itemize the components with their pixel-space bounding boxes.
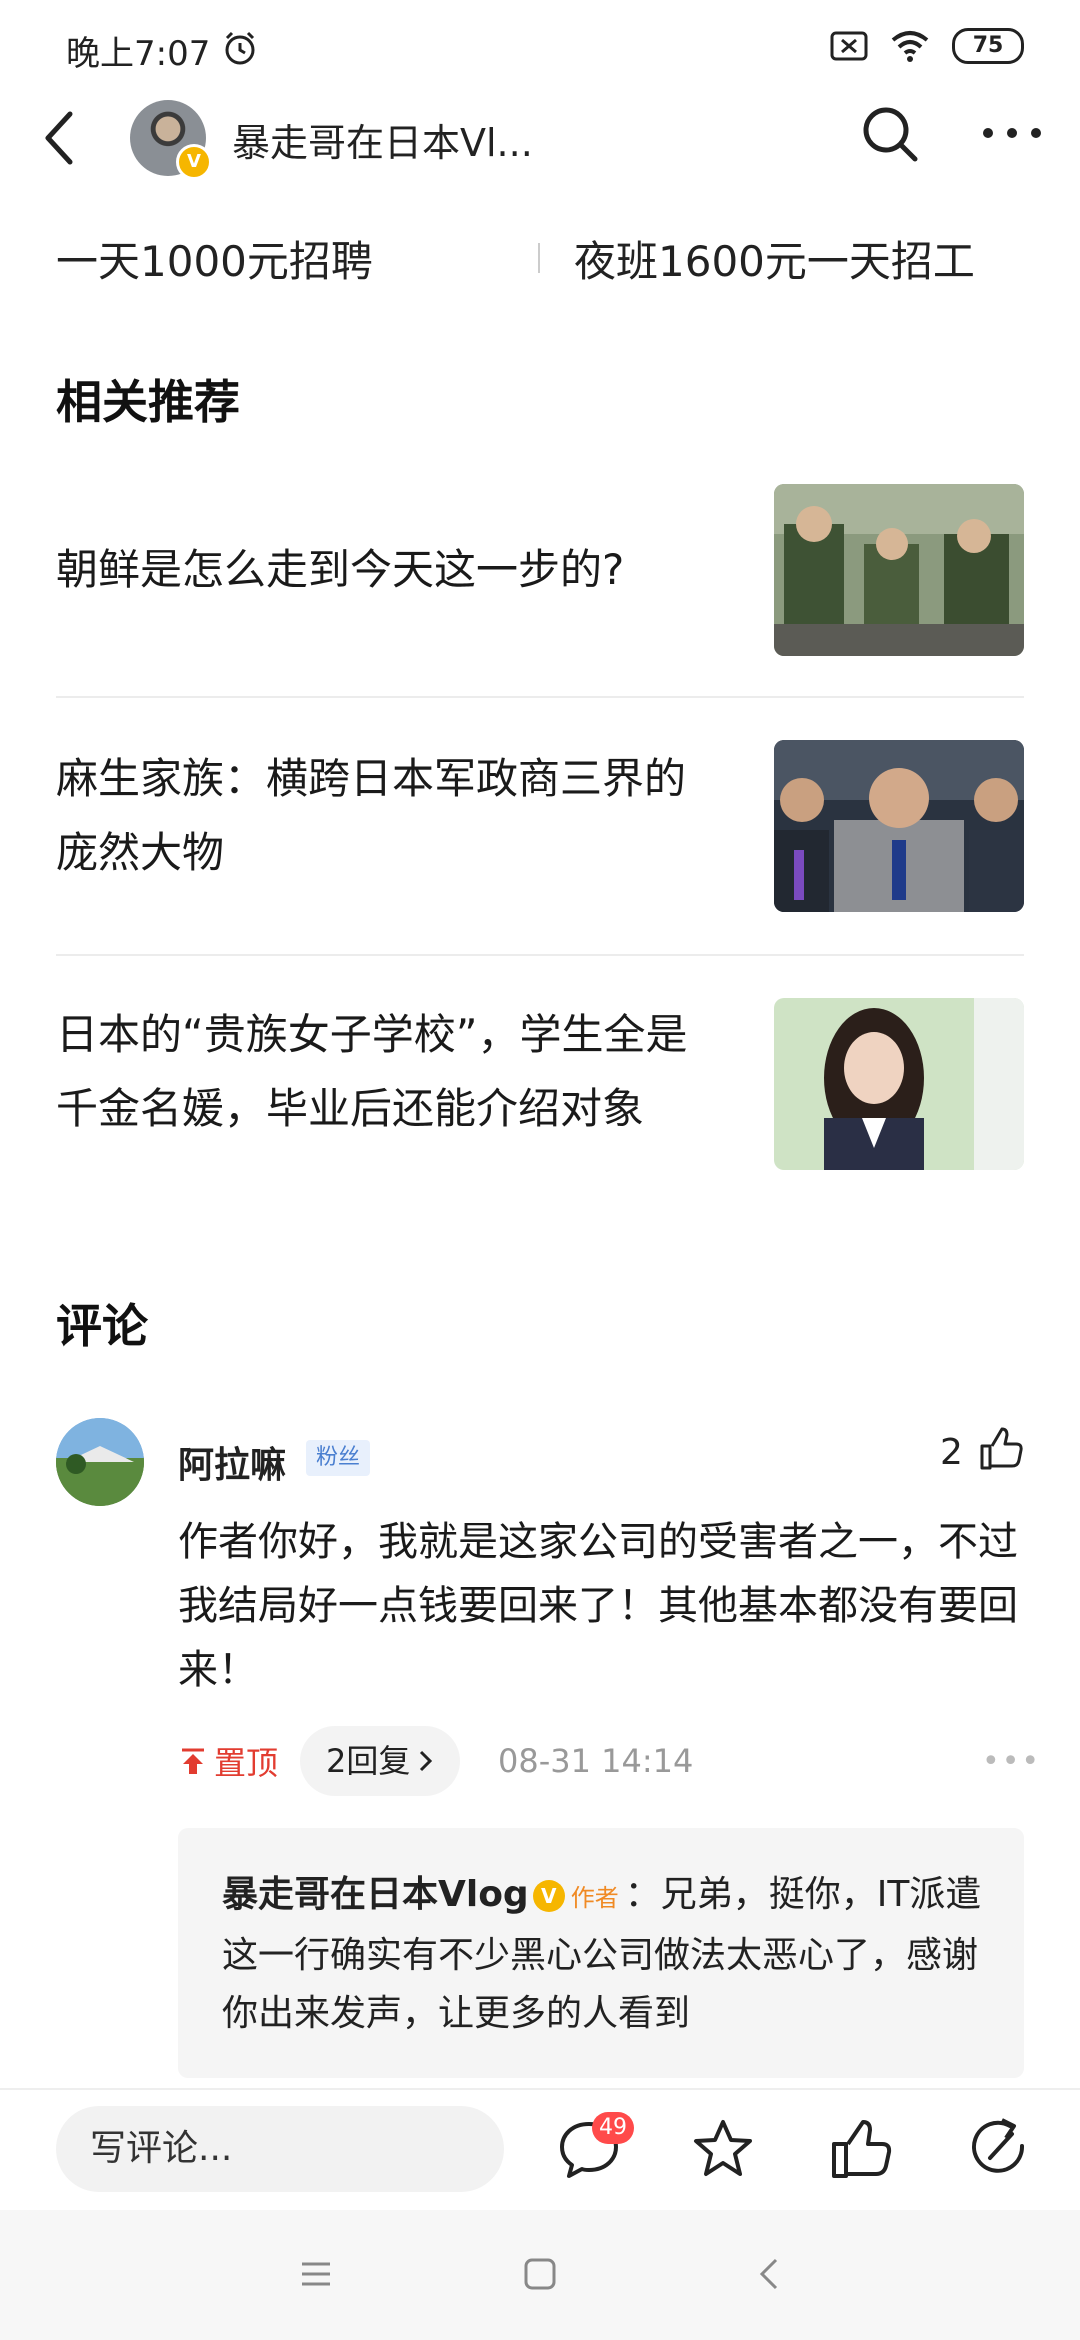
thumbs-up-icon[interactable] xyxy=(978,1426,1024,1472)
header-title[interactable]: 暴走哥在日本Vl... xyxy=(232,112,533,167)
verified-icon: V xyxy=(532,1880,565,1912)
wifi-icon xyxy=(891,31,929,62)
commenter-name[interactable]: 阿拉嘛 xyxy=(178,1436,286,1488)
back-icon[interactable] xyxy=(40,108,80,168)
divider xyxy=(56,696,1024,698)
replies-count: 2回复 xyxy=(326,1742,411,1780)
comment-more-icon[interactable]: ••• xyxy=(982,1744,1041,1779)
author-avatar[interactable]: V xyxy=(130,100,212,180)
star-icon[interactable] xyxy=(690,2116,756,2182)
view-replies-button[interactable]: 2回复 xyxy=(300,1726,461,1796)
author-tag: 作者 xyxy=(570,1884,619,1912)
status-time: 晚上7:07 xyxy=(66,34,211,74)
related-item[interactable]: 麻生家族：横跨日本军政商三界的庞然大物 xyxy=(56,740,1056,912)
verified-icon: V xyxy=(176,144,212,180)
pinned-text: 置顶 xyxy=(214,1744,279,1782)
section-title-comments: 评论 xyxy=(56,1299,148,1353)
commenter-avatar[interactable] xyxy=(56,1418,144,1506)
pin-icon xyxy=(182,1748,204,1774)
related-item-title: 麻生家族：横跨日本军政商三界的庞然大物 xyxy=(56,754,687,877)
more-icon[interactable] xyxy=(980,118,1044,148)
divider xyxy=(538,243,540,273)
comment-text: 作者你好，我就是这家公司的受害者之一，不过我结局好一点钱要回来了！其他基本都没有… xyxy=(178,1519,1018,1693)
related-thumbnail xyxy=(774,484,1024,656)
chevron-right-icon xyxy=(420,1750,433,1772)
alarm-icon xyxy=(225,31,255,65)
related-item[interactable]: 朝鲜是怎么走到今天这一步的? xyxy=(56,484,1056,656)
related-item-title: 朝鲜是怎么走到今天这一步的? xyxy=(56,545,625,594)
related-item-title: 日本的“贵族女子学校”，学生全是千金名媛，毕业后还能介绍对象 xyxy=(56,1010,688,1133)
battery-indicator: 75 xyxy=(952,28,1024,64)
search-icon[interactable] xyxy=(860,104,920,164)
share-icon[interactable] xyxy=(966,2116,1032,2182)
comment-time: 08-31 14:14 xyxy=(498,1742,694,1780)
sim-icon xyxy=(830,31,868,61)
menu-icon[interactable] xyxy=(298,2256,334,2292)
hot-search-2[interactable]: 夜班1600元一天招工 xyxy=(574,228,975,289)
comment-input[interactable]: 写评论... xyxy=(56,2106,504,2192)
thumbs-up-icon[interactable] xyxy=(828,2116,894,2182)
related-thumbnail xyxy=(774,998,1024,1170)
pinned-label: 置顶 xyxy=(178,1738,278,1784)
comment-count-badge: 49 xyxy=(592,2112,634,2144)
nav-back-icon[interactable] xyxy=(752,2256,788,2292)
like-count: 2 xyxy=(940,1432,963,1473)
reply-author[interactable]: 暴走哥在日本Vlog xyxy=(222,1874,529,1915)
reply-content: 暴走哥在日本Vlog V 作者 ：兄弟，挺你，IT派遣这一行确实有不少黑心公司做法太恶… xyxy=(222,1866,1002,2043)
related-thumbnail xyxy=(774,740,1024,912)
divider xyxy=(56,954,1024,956)
fan-badge: 粉丝 xyxy=(306,1440,371,1476)
home-icon[interactable] xyxy=(522,2256,558,2292)
status-icons: 75 xyxy=(830,28,1024,64)
related-item[interactable]: 日本的“贵族女子学校”，学生全是千金名媛，毕业后还能介绍对象 xyxy=(56,998,1056,1220)
section-title-related: 相关推荐 xyxy=(56,375,240,429)
hot-search-1[interactable]: 一天1000元招聘 xyxy=(56,228,373,289)
